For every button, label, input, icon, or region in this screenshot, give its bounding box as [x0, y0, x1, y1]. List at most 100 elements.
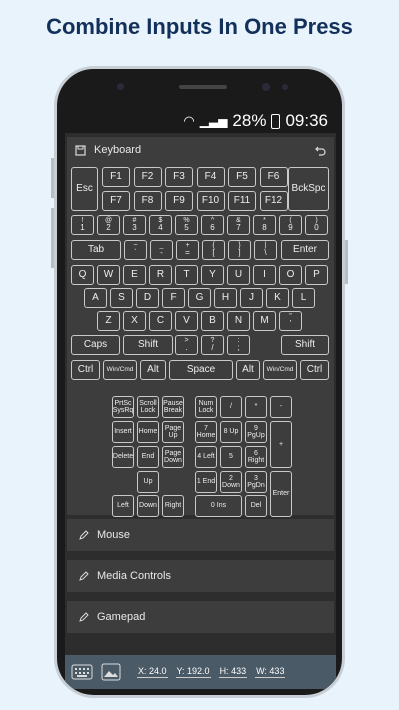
key-a[interactable]: A — [84, 288, 107, 308]
key-win-cmd[interactable]: Win/Cmd — [263, 360, 297, 380]
key-z[interactable]: Z — [97, 311, 120, 331]
h-readout[interactable]: H: 433 — [218, 666, 248, 678]
key-0[interactable]: ) 0 — [305, 215, 328, 235]
key-f5[interactable]: F5 — [228, 167, 256, 187]
key-down[interactable]: Down — [137, 495, 159, 517]
key-7[interactable]: & 7 — [227, 215, 250, 235]
key-[interactable]: + — [270, 421, 292, 468]
key-d[interactable]: D — [136, 288, 159, 308]
key-shift[interactable]: Shift — [281, 335, 329, 355]
key-[interactable]: | \ — [254, 240, 277, 260]
key-enter[interactable]: Enter — [281, 240, 329, 260]
key-page-up[interactable]: Page Up — [162, 421, 184, 443]
key-f10[interactable]: F10 — [196, 191, 225, 211]
key-f2[interactable]: F2 — [133, 167, 162, 187]
key-0-ins[interactable]: 0 Ins — [195, 495, 242, 517]
key-[interactable]: >. — [175, 335, 198, 355]
key-4[interactable]: $4 — [149, 215, 172, 235]
key-[interactable]: * — [245, 396, 267, 418]
key-3[interactable]: #3 — [123, 215, 146, 235]
key-r[interactable]: R — [149, 265, 172, 285]
y-readout[interactable]: Y: 192.0 — [175, 666, 211, 678]
key-6-right[interactable]: 6 Right — [245, 446, 267, 468]
key-o[interactable]: O — [279, 265, 302, 285]
key-up[interactable]: Up — [137, 471, 159, 493]
key-l[interactable]: L — [292, 288, 315, 308]
key-caps[interactable]: Caps — [71, 335, 120, 355]
key-[interactable]: ? / — [201, 335, 224, 355]
key-1-end[interactable]: 1 End — [195, 471, 217, 493]
key-t[interactable]: T — [175, 265, 198, 285]
key-b[interactable]: B — [201, 311, 224, 331]
key-g[interactable]: G — [188, 288, 211, 308]
key-del[interactable]: Del — [245, 495, 267, 517]
key-6[interactable]: ^ 6 — [201, 215, 224, 235]
key-scroll-lock[interactable]: Scroll Lock — [137, 396, 159, 418]
key-4-left[interactable]: 4 Left — [195, 446, 217, 468]
key-shift[interactable]: Shift — [123, 335, 173, 355]
key-x[interactable]: X — [123, 311, 146, 331]
key-[interactable]: _ - — [150, 240, 173, 260]
key-j[interactable]: J — [240, 288, 263, 308]
key-f12[interactable]: F12 — [259, 191, 288, 211]
key-insert[interactable]: Insert — [112, 421, 134, 443]
key-c[interactable]: C — [149, 311, 172, 331]
key-p[interactable]: P — [305, 265, 328, 285]
key-[interactable]: " ' — [279, 311, 302, 331]
key-f6[interactable]: F6 — [259, 167, 288, 187]
key-[interactable]: / — [220, 396, 242, 418]
section-gamepad[interactable]: Gamepad — [67, 601, 334, 633]
key-f11[interactable]: F11 — [228, 191, 256, 211]
key-w[interactable]: W — [97, 265, 120, 285]
key-s[interactable]: S — [110, 288, 133, 308]
key-u[interactable]: U — [227, 265, 250, 285]
key-page-down[interactable]: Page Down — [162, 446, 184, 468]
image-icon[interactable] — [101, 663, 121, 681]
key-8-up[interactable]: 8 Up — [220, 421, 242, 443]
section-media-controls[interactable]: Media Controls — [67, 560, 334, 592]
key-1[interactable]: ! 1 — [71, 215, 94, 235]
key-2-down[interactable]: 2 Down — [220, 471, 242, 493]
key-[interactable]: {[ — [202, 240, 225, 260]
key-alt[interactable]: Alt — [236, 360, 260, 380]
key-f3[interactable]: F3 — [165, 167, 193, 187]
key-end[interactable]: End — [137, 446, 159, 468]
key-[interactable]: - — [270, 396, 292, 418]
key-f8[interactable]: F8 — [133, 191, 162, 211]
key-space[interactable]: Space — [169, 360, 233, 380]
key-5[interactable]: % 5 — [175, 215, 198, 235]
key-5[interactable]: 5 — [220, 446, 242, 468]
key-f[interactable]: F — [162, 288, 185, 308]
key-tab[interactable]: Tab — [71, 240, 121, 260]
key-enter[interactable]: Enter — [270, 471, 292, 517]
key-2[interactable]: @2 — [97, 215, 120, 235]
key-alt[interactable]: Alt — [140, 360, 166, 380]
key-7-home[interactable]: 7 Home — [195, 421, 217, 443]
key-8[interactable]: * 8 — [253, 215, 276, 235]
key-num-lock[interactable]: Num Lock — [195, 396, 217, 418]
key-[interactable]: :; — [227, 335, 250, 355]
key-ctrl[interactable]: Ctrl — [71, 360, 100, 380]
section-mouse[interactable]: Mouse — [67, 519, 334, 551]
key-9[interactable]: (9 — [279, 215, 302, 235]
key-delete[interactable]: Delete — [112, 446, 134, 468]
key-y[interactable]: Y — [201, 265, 224, 285]
key-f4[interactable]: F4 — [196, 167, 225, 187]
key-prtsc-sysrq[interactable]: PrtSc SysRq — [112, 396, 134, 418]
key-ctrl[interactable]: Ctrl — [300, 360, 329, 380]
w-readout[interactable]: W: 433 — [255, 666, 286, 678]
key-left[interactable]: Left — [112, 495, 134, 517]
key-h[interactable]: H — [214, 288, 237, 308]
key-9-pgup[interactable]: 9 PgUp — [245, 421, 267, 443]
key-3-pgdn[interactable]: 3 PgDn — [245, 471, 267, 493]
keyboard-icon[interactable] — [71, 664, 93, 680]
key-v[interactable]: V — [175, 311, 198, 331]
key-f1[interactable]: F1 — [102, 167, 130, 187]
key-i[interactable]: I — [253, 265, 276, 285]
key-n[interactable]: N — [227, 311, 250, 331]
key-home[interactable]: Home — [137, 421, 159, 443]
key-q[interactable]: Q — [71, 265, 94, 285]
key-f7[interactable]: F7 — [102, 191, 130, 211]
key-m[interactable]: M — [253, 311, 276, 331]
key-[interactable]: ~ ` — [124, 240, 147, 260]
